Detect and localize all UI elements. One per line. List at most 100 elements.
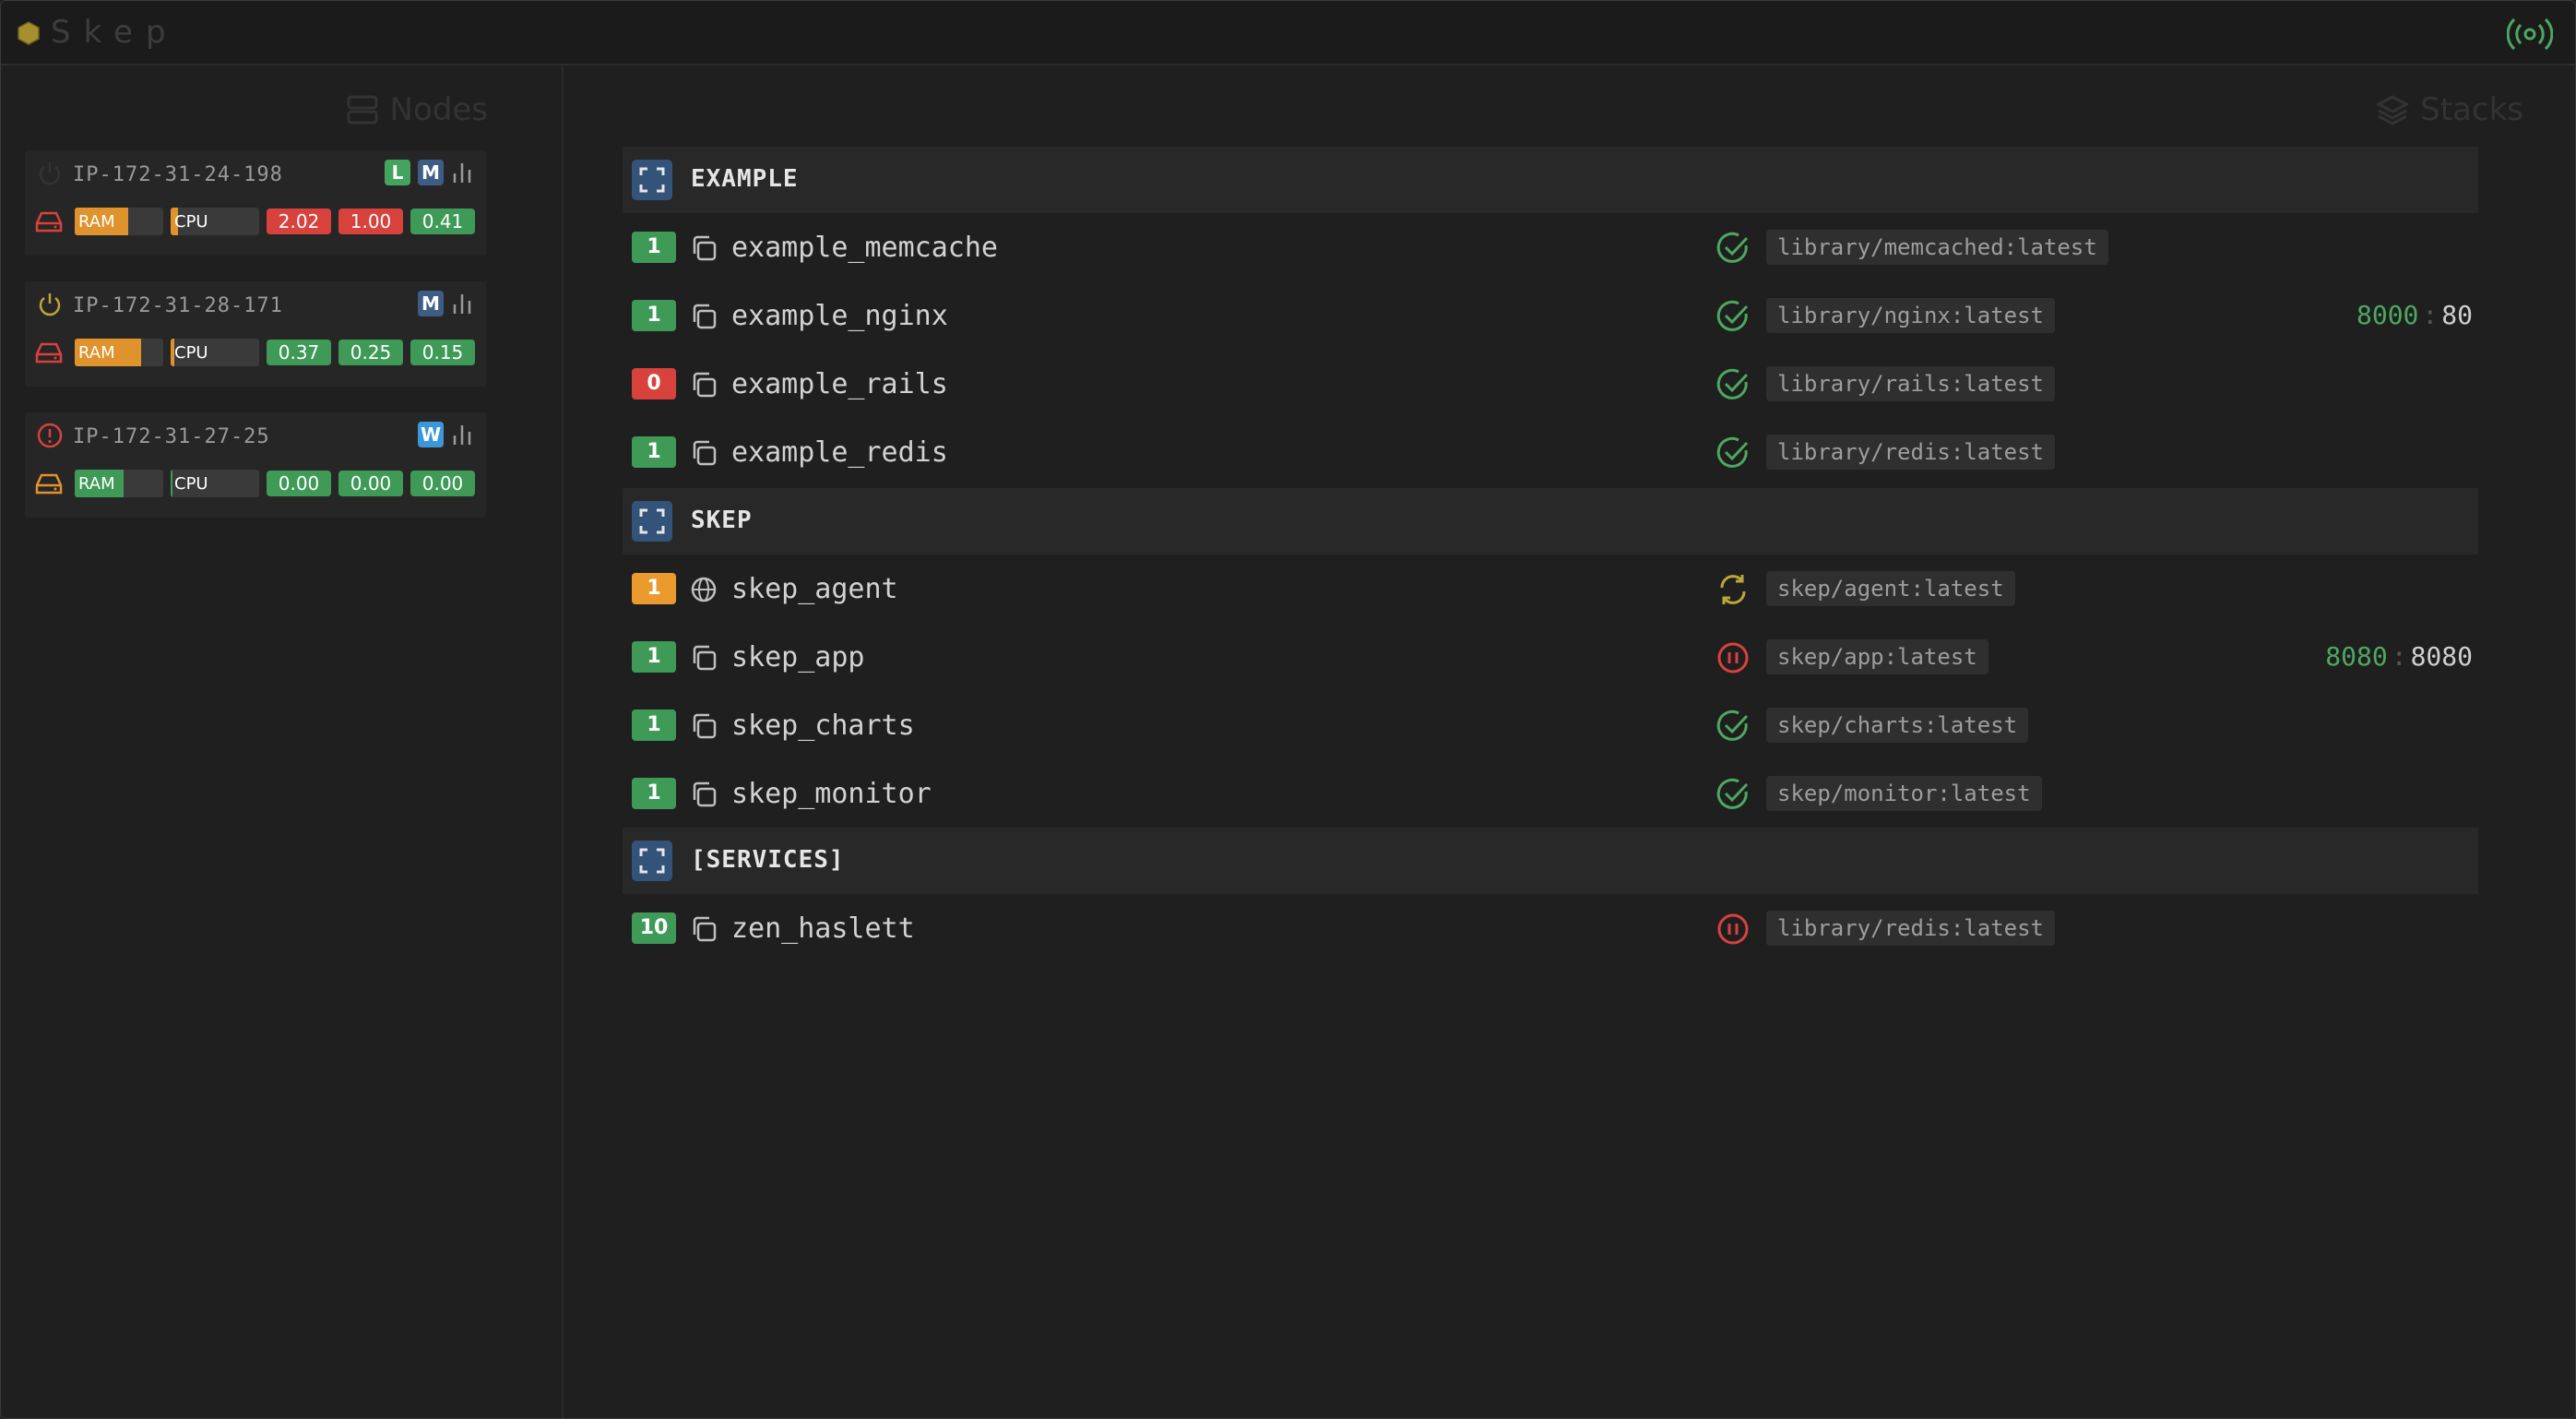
check-circle-icon xyxy=(1716,710,1749,741)
server-icon xyxy=(347,95,378,125)
disk-icon xyxy=(35,473,63,495)
replica-count: 10 xyxy=(632,912,676,944)
check-circle-icon xyxy=(1716,300,1749,331)
app-title: Skep xyxy=(51,14,179,51)
load-15m: 0.00 xyxy=(410,471,475,496)
service-row[interactable]: 1 skep_agent skep/agent:latest xyxy=(623,554,2478,623)
service-name[interactable]: skep_charts xyxy=(731,710,915,742)
replica-count: 1 xyxy=(632,436,676,468)
worker-badge: W xyxy=(418,422,444,447)
cpu-meter: CPU xyxy=(171,339,259,366)
stats-icon[interactable] xyxy=(451,292,473,316)
port-mapping[interactable]: 8080:8080 xyxy=(2325,639,2473,674)
port-mapping[interactable]: 8000:80 xyxy=(2356,298,2473,333)
expand-icon[interactable] xyxy=(632,160,672,200)
replica-count: 1 xyxy=(632,573,676,604)
node-hostname: IP-172-31-24-198 xyxy=(73,163,283,186)
service-name[interactable]: skep_agent xyxy=(731,573,898,605)
service-row[interactable]: 1 skep_charts skep/charts:latest xyxy=(623,691,2478,759)
manager-badge: M xyxy=(418,160,444,185)
load-15m: 0.41 xyxy=(410,209,475,234)
service-row[interactable]: 1 example_redis library/redis:latest xyxy=(623,418,2478,486)
service-row[interactable]: 10 zen_haslett library/redis:latest xyxy=(623,894,2478,962)
service-image: library/redis:latest xyxy=(1766,911,2055,946)
stack-name: [SERVICES] xyxy=(691,846,845,874)
ram-meter: RAM xyxy=(75,339,163,366)
stacks-panel: Stacks EXAMPLE 1 example_memcache librar… xyxy=(564,66,2575,1418)
stack-header-skep[interactable]: SKEP xyxy=(623,488,2478,554)
replica-count: 1 xyxy=(632,778,676,809)
load-1m: 0.00 xyxy=(267,471,331,496)
service-image: library/memcached:latest xyxy=(1766,230,2108,265)
ram-meter: RAM xyxy=(75,208,163,235)
stacks-title-label: Stacks xyxy=(2420,91,2523,128)
manager-badge: M xyxy=(418,291,444,316)
load-5m: 1.00 xyxy=(338,209,403,234)
service-name[interactable]: example_redis xyxy=(731,436,948,469)
copy-icon xyxy=(693,235,717,261)
load-5m: 0.25 xyxy=(338,340,403,365)
node-hostname: IP-172-31-28-171 xyxy=(73,294,283,317)
copy-icon xyxy=(693,916,717,942)
copy-icon xyxy=(693,713,717,739)
copy-icon xyxy=(693,781,717,807)
stats-icon[interactable] xyxy=(451,423,473,447)
service-name[interactable]: example_memcache xyxy=(731,232,998,264)
service-name[interactable]: example_rails xyxy=(731,368,948,400)
check-circle-icon xyxy=(1716,232,1749,263)
service-row[interactable]: 1 skep_app skep/app:latest 8080:8080 xyxy=(623,623,2478,691)
replica-count: 1 xyxy=(632,232,676,263)
load-1m: 2.02 xyxy=(267,209,331,234)
service-name[interactable]: skep_monitor xyxy=(731,778,932,810)
node-card[interactable]: IP-172-31-28-171 M RAM CPU 0.37 0.25 0.1… xyxy=(25,281,486,387)
service-image: skep/charts:latest xyxy=(1766,708,2029,743)
check-circle-icon xyxy=(1716,436,1749,468)
app-window: Skep Nodes IP-172-31-24-198 L M RAM CPU … xyxy=(0,0,2576,1419)
stack-name: SKEP xyxy=(691,507,753,534)
service-row[interactable]: 1 example_memcache library/memcached:lat… xyxy=(623,213,2478,281)
node-hostname: IP-172-31-27-25 xyxy=(73,425,270,448)
target-port: 80 xyxy=(2441,300,2473,330)
ram-meter: RAM xyxy=(75,470,163,497)
load-5m: 0.00 xyxy=(338,471,403,496)
service-image: library/rails:latest xyxy=(1766,366,2055,401)
stats-icon[interactable] xyxy=(451,161,473,185)
pause-circle-icon xyxy=(1717,913,1749,945)
stack-name: EXAMPLE xyxy=(691,165,799,193)
service-name[interactable]: example_nginx xyxy=(731,300,948,332)
leader-badge: L xyxy=(385,160,410,185)
replica-count: 0 xyxy=(632,368,676,399)
nodes-title-label: Nodes xyxy=(389,91,488,128)
service-row[interactable]: 0 example_rails library/rails:latest xyxy=(623,350,2478,418)
service-image: library/nginx:latest xyxy=(1766,298,2055,333)
expand-icon[interactable] xyxy=(632,501,672,542)
service-row[interactable]: 1 example_nginx library/nginx:latest 800… xyxy=(623,281,2478,350)
cpu-meter: CPU xyxy=(171,208,259,235)
nodes-panel: Nodes IP-172-31-24-198 L M RAM CPU 2.02 … xyxy=(1,66,564,1418)
refresh-icon xyxy=(1720,575,1746,604)
service-image: library/redis:latest xyxy=(1766,435,2055,470)
cpu-meter: CPU xyxy=(171,470,259,497)
service-name[interactable]: skep_app xyxy=(731,641,865,674)
stack-header-services[interactable]: [SERVICES] xyxy=(623,828,2478,894)
service-name[interactable]: zen_haslett xyxy=(731,912,915,945)
node-card[interactable]: IP-172-31-27-25 W RAM CPU 0.00 0.00 0.00 xyxy=(25,412,486,518)
check-circle-icon xyxy=(1716,368,1749,399)
service-image: skep/app:latest xyxy=(1766,639,1988,674)
alert-circle-icon xyxy=(37,423,63,448)
published-port: 8000 xyxy=(2356,300,2419,330)
disk-icon xyxy=(35,342,63,364)
replica-count: 1 xyxy=(632,300,676,331)
nodes-panel-title: Nodes xyxy=(346,91,488,128)
copy-icon xyxy=(693,304,717,329)
layers-icon xyxy=(2376,95,2410,125)
expand-icon[interactable] xyxy=(632,841,672,881)
node-card[interactable]: IP-172-31-24-198 L M RAM CPU 2.02 1.00 0… xyxy=(25,150,486,256)
signal-icon[interactable] xyxy=(2507,16,2553,53)
service-image: skep/agent:latest xyxy=(1766,571,2015,606)
power-icon xyxy=(39,293,61,316)
copy-icon xyxy=(693,372,717,398)
replica-count: 1 xyxy=(632,641,676,673)
service-row[interactable]: 1 skep_monitor skep/monitor:latest xyxy=(623,759,2478,828)
stack-header-example[interactable]: EXAMPLE xyxy=(623,147,2478,213)
